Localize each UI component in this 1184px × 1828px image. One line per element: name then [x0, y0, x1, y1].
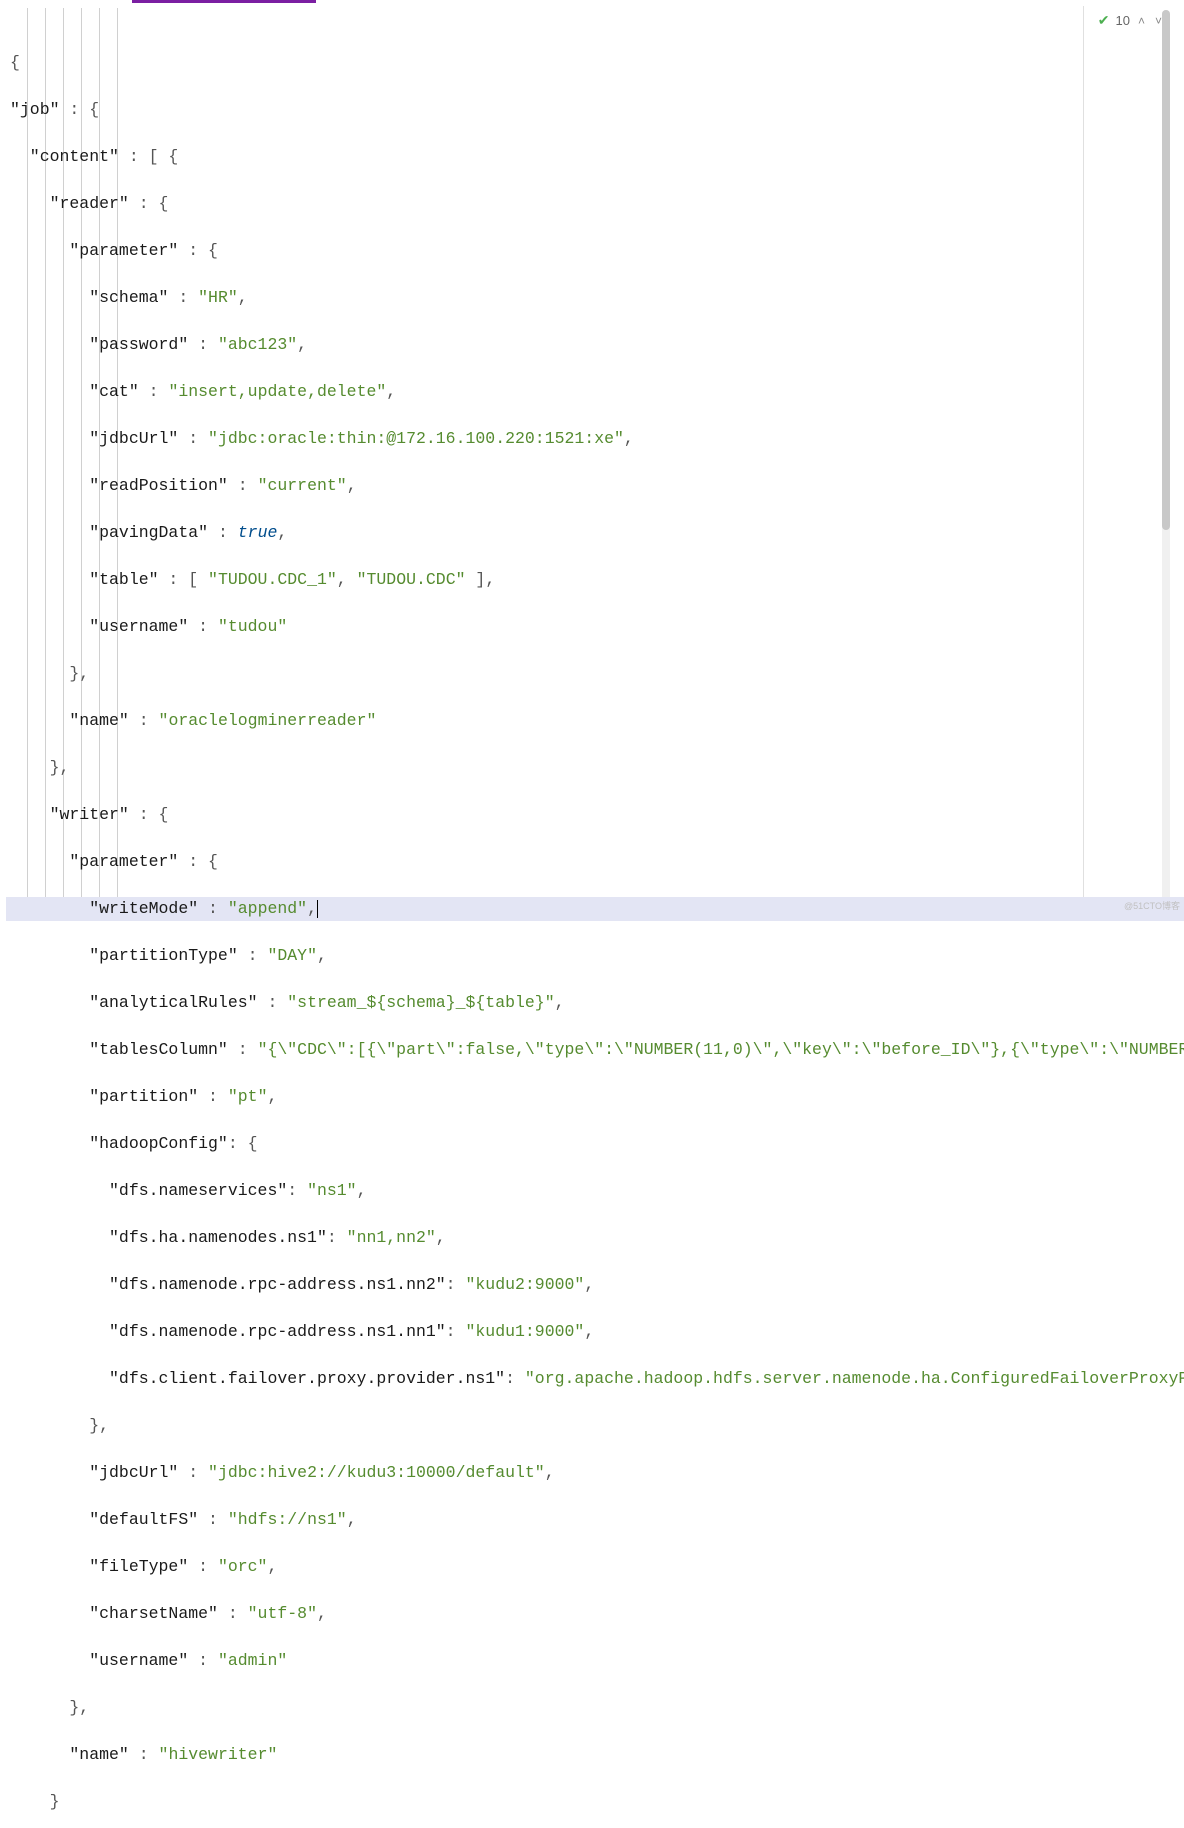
json-string: "kudu2:9000"	[465, 1275, 584, 1294]
active-tab-indicator	[132, 0, 316, 3]
json-string: "tudou"	[218, 617, 287, 636]
json-key: "name"	[10, 1745, 129, 1764]
json-key: "writer"	[10, 805, 129, 824]
brace: },	[10, 664, 89, 683]
brace: }	[10, 1792, 60, 1811]
brace: },	[10, 1698, 89, 1717]
json-string: "abc123"	[218, 335, 297, 354]
json-key: "cat"	[10, 382, 139, 401]
json-string: "kudu1:9000"	[465, 1322, 584, 1341]
json-key: "parameter"	[10, 241, 178, 260]
json-key: "table"	[10, 570, 159, 589]
json-string: "jdbc:oracle:thin:@172.16.100.220:1521:x…	[208, 429, 624, 448]
json-key: "fileType"	[10, 1557, 188, 1576]
json-key: "readPosition"	[10, 476, 228, 495]
json-string: "org.apache.hadoop.hdfs.server.namenode.…	[525, 1369, 1184, 1388]
json-key: "schema"	[10, 288, 168, 307]
json-string: "hdfs://ns1"	[228, 1510, 347, 1529]
json-key: "job"	[10, 100, 60, 119]
brace: },	[10, 758, 69, 777]
json-key: "parameter"	[10, 852, 178, 871]
json-key: "charsetName"	[10, 1604, 218, 1623]
json-key: "defaultFS"	[10, 1510, 198, 1529]
json-string: "HR"	[198, 288, 238, 307]
json-string: "utf-8"	[248, 1604, 317, 1623]
json-string: "nn1,nn2"	[347, 1228, 436, 1247]
json-key: "pavingData"	[10, 523, 208, 542]
json-string: "DAY"	[267, 946, 317, 965]
json-key: "password"	[10, 335, 188, 354]
json-string: "ns1"	[307, 1181, 357, 1200]
json-key: "dfs.nameservices"	[10, 1181, 287, 1200]
json-key: "reader"	[10, 194, 129, 213]
json-string: "append"	[228, 899, 307, 918]
json-key: "username"	[10, 617, 188, 636]
json-key: "content"	[10, 147, 119, 166]
json-keyword: true	[238, 523, 278, 542]
json-key: "dfs.namenode.rpc-address.ns1.nn1"	[10, 1322, 446, 1341]
code-editor[interactable]: { "job" : { "content" : [ { "reader" : {…	[0, 4, 1184, 914]
json-string: "insert,update,delete"	[168, 382, 386, 401]
json-string: "pt"	[228, 1087, 268, 1106]
json-string: "TUDOU.CDC"	[357, 570, 466, 589]
json-key: "jdbcUrl"	[10, 429, 178, 448]
brace: },	[10, 1416, 109, 1435]
current-line: "writeMode" : "append",	[6, 897, 1184, 921]
text-cursor	[317, 900, 318, 918]
json-key: "name"	[10, 711, 129, 730]
json-key: "analyticalRules"	[10, 993, 258, 1012]
json-key: "dfs.namenode.rpc-address.ns1.nn2"	[10, 1275, 446, 1294]
json-string: "{\"CDC\":[{\"part\":false,\"type\":\"NU…	[258, 1040, 1184, 1059]
json-key: "dfs.ha.namenodes.ns1"	[10, 1228, 327, 1247]
json-key: "hadoopConfig"	[10, 1134, 228, 1153]
json-key: "jdbcUrl"	[10, 1463, 178, 1482]
json-string: "hivewriter"	[159, 1745, 278, 1764]
json-string: "current"	[258, 476, 347, 495]
json-string: "oraclelogminerreader"	[159, 711, 377, 730]
brace: {	[10, 53, 20, 72]
json-key: "tablesColumn"	[10, 1040, 228, 1059]
watermark: @51CTO博客	[1124, 899, 1180, 912]
json-string: "admin"	[218, 1651, 287, 1670]
json-key: "partition"	[10, 1087, 198, 1106]
json-string: "jdbc:hive2://kudu3:10000/default"	[208, 1463, 545, 1482]
json-key: "username"	[10, 1651, 188, 1670]
json-key: "dfs.client.failover.proxy.provider.ns1"	[10, 1369, 505, 1388]
json-key: "partitionType"	[10, 946, 238, 965]
json-string: "TUDOU.CDC_1"	[208, 570, 337, 589]
json-string: "stream_${schema}_${table}"	[287, 993, 554, 1012]
json-key: "writeMode"	[10, 899, 198, 918]
json-string: "orc"	[218, 1557, 268, 1576]
